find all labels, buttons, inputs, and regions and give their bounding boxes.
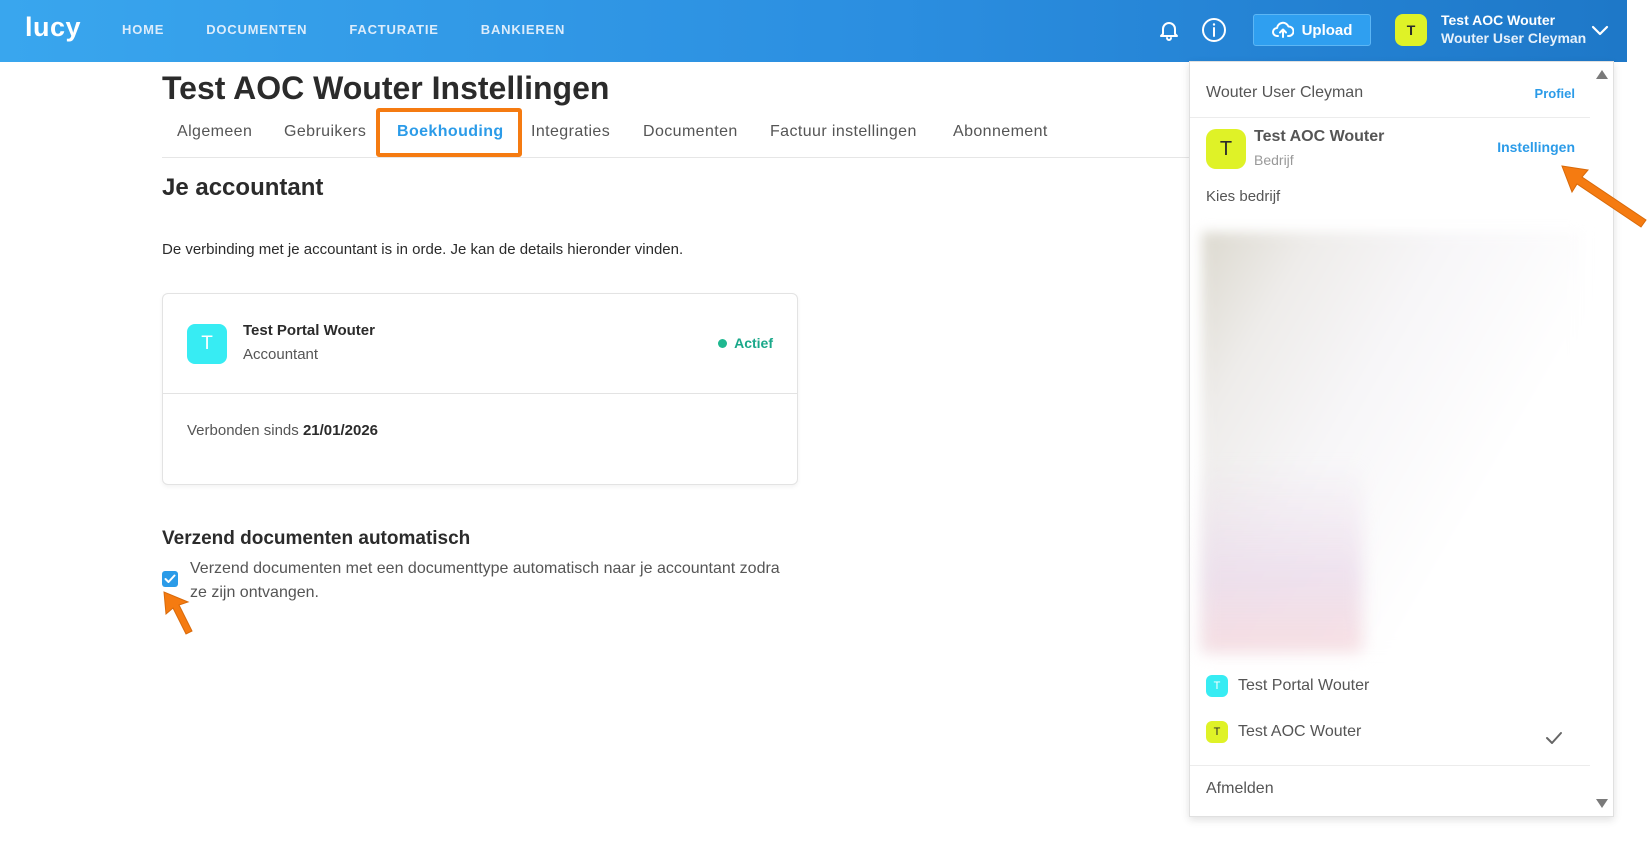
- scroll-down-icon[interactable]: [1595, 798, 1609, 810]
- dropdown-company-name: Test AOC Wouter: [1254, 128, 1385, 145]
- avatar[interactable]: T: [1395, 14, 1427, 46]
- nav-facturatie[interactable]: FACTURATIE: [349, 22, 438, 37]
- card-divider: [163, 393, 797, 394]
- header-company-name[interactable]: Test AOC Wouter: [1441, 12, 1555, 28]
- blurred-company-list-tint: [1202, 462, 1362, 652]
- accountant-role: Accountant: [243, 346, 319, 363]
- upload-label: Upload: [1301, 21, 1353, 39]
- choose-company-label: Kies bedrijf: [1206, 188, 1281, 205]
- auto-send-title: Verzend documenten automatisch: [162, 528, 471, 549]
- checkmark-icon: [1546, 732, 1562, 744]
- upload-button[interactable]: Upload: [1253, 14, 1371, 46]
- nav-bankieren[interactable]: BANKIEREN: [481, 22, 565, 37]
- tab-abonnement[interactable]: Abonnement: [953, 123, 1048, 141]
- top-navigation-bar: lucy HOME DOCUMENTEN FACTURATIE BANKIERE…: [0, 0, 1627, 62]
- profile-link[interactable]: Profiel: [1535, 86, 1575, 101]
- status-dot-icon: [718, 338, 728, 348]
- info-icon[interactable]: [1200, 16, 1228, 44]
- header-user-name[interactable]: Wouter User Cleyman: [1441, 30, 1586, 46]
- connected-since-label: Verbonden sinds: [187, 422, 299, 439]
- avatar: T: [1206, 675, 1228, 697]
- dropdown-company-type: Bedrijf: [1254, 152, 1294, 168]
- settings-link[interactable]: Instellingen: [1497, 139, 1575, 155]
- company-option-label: Test Portal Wouter: [1238, 677, 1370, 694]
- page-title: Test AOC Wouter Instellingen: [162, 70, 610, 106]
- avatar: T: [1206, 721, 1228, 743]
- dropdown-user-name: Wouter User Cleyman: [1206, 84, 1364, 101]
- annotation-arrow-icon: [1561, 165, 1647, 228]
- status-label: Actief: [734, 335, 773, 351]
- avatar: T: [1206, 129, 1246, 169]
- tab-algemeen[interactable]: Algemeen: [177, 123, 252, 141]
- connected-since: Verbonden sinds 21/01/2026: [187, 422, 378, 439]
- tab-integraties[interactable]: Integraties: [531, 123, 610, 141]
- settings-tabs: Algemeen Gebruikers Boekhouding Integrat…: [162, 114, 1202, 158]
- nav-home[interactable]: HOME: [122, 22, 164, 37]
- nav-documenten[interactable]: DOCUMENTEN: [206, 22, 307, 37]
- auto-send-description[interactable]: Verzend documenten met een documenttype …: [190, 557, 790, 605]
- chevron-down-icon[interactable]: [1590, 20, 1610, 40]
- avatar: T: [187, 324, 227, 364]
- status-badge: Actief: [718, 335, 773, 351]
- cloud-upload-icon: [1271, 21, 1294, 38]
- company-option-label: Test AOC Wouter: [1238, 723, 1362, 740]
- accountant-section-title: Je accountant: [162, 174, 324, 201]
- accountant-name: Test Portal Wouter: [243, 322, 375, 339]
- lucy-logo[interactable]: lucy: [25, 12, 81, 43]
- user-dropdown-menu: Wouter User Cleyman Profiel T Test AOC W…: [1189, 61, 1614, 817]
- accountant-description: De verbinding met je accountant is in or…: [162, 241, 684, 258]
- annotation-arrow-icon: [163, 591, 193, 635]
- bell-icon[interactable]: [1155, 16, 1183, 44]
- accountant-card: T Test Portal Wouter Accountant Actief V…: [162, 293, 798, 485]
- main-nav: HOME DOCUMENTEN FACTURATIE BANKIEREN: [122, 22, 607, 37]
- tab-highlight-annotation: [376, 108, 522, 157]
- divider: [1190, 765, 1590, 766]
- list-item[interactable]: T Test AOC Wouter: [1206, 717, 1361, 747]
- divider: [1190, 117, 1590, 118]
- list-item[interactable]: T Test Portal Wouter: [1206, 671, 1369, 701]
- tab-documenten[interactable]: Documenten: [643, 123, 738, 141]
- checkmark-icon: [164, 574, 176, 583]
- tab-factuur-instellingen[interactable]: Factuur instellingen: [770, 123, 917, 141]
- auto-send-checkbox[interactable]: [162, 571, 178, 587]
- connected-since-date: 21/01/2026: [302, 422, 379, 439]
- scroll-up-icon[interactable]: [1595, 68, 1609, 80]
- logout-button[interactable]: Afmelden: [1206, 780, 1274, 798]
- tab-gebruikers[interactable]: Gebruikers: [284, 123, 366, 141]
